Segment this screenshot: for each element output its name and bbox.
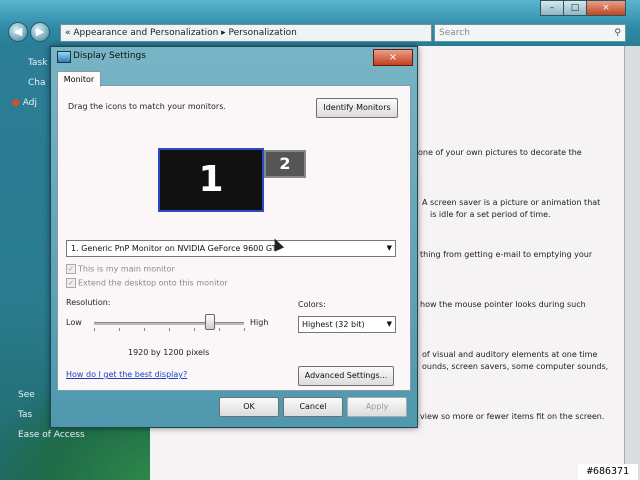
content-text: of visual and auditory elements at one t… <box>422 350 598 359</box>
slider-tick <box>94 328 95 331</box>
close-button[interactable]: × <box>586 0 626 16</box>
tab-monitor[interactable]: Monitor <box>57 71 101 87</box>
help-link[interactable]: How do I get the best display? <box>66 370 187 379</box>
content-text: how the mouse pointer looks during such <box>420 300 586 309</box>
high-label: High <box>250 318 269 327</box>
main-monitor-checkbox[interactable]: ✓ This is my main monitor <box>66 264 175 274</box>
slider-tick <box>119 328 120 331</box>
apply-button[interactable]: Apply <box>347 397 407 417</box>
minimize-button[interactable]: – <box>540 0 564 16</box>
dropdown-icon: ▼ <box>386 244 392 252</box>
display-icon <box>57 51 71 63</box>
resolution-value: 1920 by 1200 pixels <box>128 348 210 357</box>
colors-select[interactable]: Highest (32 bit) ▼ <box>298 316 396 333</box>
scrollbar[interactable] <box>624 46 640 480</box>
slider-tick <box>144 328 145 331</box>
content-text: thing from getting e-mail to emptying yo… <box>420 250 593 259</box>
search-input[interactable]: Search ⚲ <box>434 24 626 42</box>
extend-desktop-label: Extend the desktop onto this monitor <box>78 278 228 288</box>
search-icon: ⚲ <box>614 28 621 38</box>
resolution-label: Resolution: <box>66 298 111 307</box>
resolution-slider-track[interactable] <box>94 322 244 325</box>
content-text: one of your own pictures to decorate the <box>418 148 582 157</box>
checkbox-icon: ✓ <box>66 278 76 288</box>
content-text: is idle for a set period of time. <box>430 210 551 219</box>
colors-select-value: Highest (32 bit) <box>302 320 365 329</box>
taskpane-item[interactable]: ● Adj <box>12 98 37 108</box>
content-text: view so more or fewer items fit on the s… <box>420 412 605 421</box>
slider-tick <box>219 328 220 331</box>
low-label: Low <box>66 318 82 327</box>
monitor-panel: Drag the icons to match your monitors. I… <box>57 85 411 391</box>
taskpane-item[interactable]: Tas <box>18 410 32 420</box>
dialog-title: Display Settings <box>73 51 146 61</box>
ok-button[interactable]: OK <box>219 397 279 417</box>
monitor-1[interactable]: 1 <box>158 148 264 212</box>
slider-tick <box>169 328 170 331</box>
checkbox-icon: ✓ <box>66 264 76 274</box>
window-titlebar: ◀ ▶ « Appearance and Personalization ▸ P… <box>0 0 640 46</box>
back-icon[interactable]: ◀ <box>8 22 28 42</box>
breadcrumb: « Appearance and Personalization ▸ Perso… <box>65 28 297 38</box>
monitor-2[interactable]: 2 <box>264 150 306 178</box>
monitor-select[interactable]: 1. Generic PnP Monitor on NVIDIA GeForce… <box>66 240 396 257</box>
content-text: ounds, screen savers, some computer soun… <box>422 362 609 371</box>
search-placeholder: Search <box>439 28 470 38</box>
colors-label: Colors: <box>298 300 326 309</box>
dropdown-icon: ▼ <box>386 320 392 328</box>
see-also-heading: See <box>18 390 35 400</box>
monitor-select-value: 1. Generic PnP Monitor on NVIDIA GeForce… <box>71 244 277 253</box>
forward-icon[interactable]: ▶ <box>30 22 50 42</box>
main-monitor-label: This is my main monitor <box>78 264 175 274</box>
shield-icon: ● <box>12 98 20 108</box>
identify-monitors-button[interactable]: Identify Monitors <box>316 98 398 118</box>
cancel-button[interactable]: Cancel <box>283 397 343 417</box>
instruction-text: Drag the icons to match your monitors. <box>68 102 226 111</box>
taskpane-heading: Task <box>28 58 48 68</box>
display-settings-dialog: Display Settings × Monitor Drag the icon… <box>50 46 418 428</box>
taskpane-item-label: Adj <box>22 98 37 108</box>
slider-tick <box>244 328 245 331</box>
advanced-settings-button[interactable]: Advanced Settings... <box>298 366 394 386</box>
slider-tick <box>194 328 195 331</box>
dialog-close-button[interactable]: × <box>373 49 413 66</box>
resolution-slider-thumb[interactable] <box>205 314 215 330</box>
content-text: A screen saver is a picture or animation… <box>422 198 601 207</box>
extend-desktop-checkbox[interactable]: ✓ Extend the desktop onto this monitor <box>66 278 228 288</box>
address-bar[interactable]: « Appearance and Personalization ▸ Perso… <box>60 24 432 42</box>
watermark-label: #686371 <box>578 464 638 480</box>
maximize-button[interactable]: □ <box>563 0 587 16</box>
taskpane-item[interactable]: Cha <box>28 78 46 88</box>
ease-of-access-link[interactable]: Ease of Access <box>18 430 85 440</box>
